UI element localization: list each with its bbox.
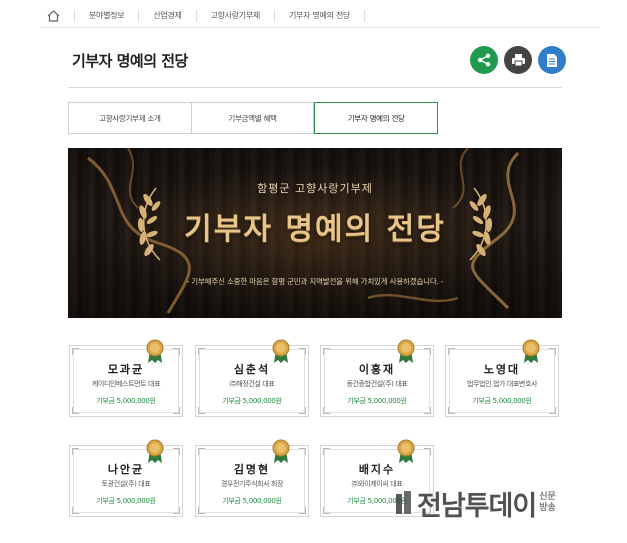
donation-amount: 기부금 5,000,000원 xyxy=(96,397,156,405)
watermark-text: 전남투데이 xyxy=(417,490,537,522)
donor-name: 모과균 xyxy=(107,363,145,376)
donation-amount: 기부금 5,000,000원 xyxy=(347,397,407,405)
donor-organization: 동건종합건설(주) 대표 xyxy=(346,380,408,388)
home-icon[interactable] xyxy=(46,9,60,23)
tab-donation-benefits[interactable]: 기부금액별 혜택 xyxy=(191,102,315,134)
watermark-side-top: 신문 xyxy=(539,492,556,502)
donation-amount: 기부금 5,000,000원 xyxy=(472,397,532,405)
donor-organization: 토광건설(주) 대표 xyxy=(101,480,151,488)
nav-item-field-info[interactable]: 분야별정보 xyxy=(75,10,138,21)
banner-caption: - 기부해주신 소중한 마음은 함평 군민과 지역발전을 위해 가치있게 사용하… xyxy=(186,277,444,286)
nav-item-hall-of-fame[interactable]: 기부자 명예의 전당 xyxy=(275,10,364,21)
breadcrumb-nav: 분야별정보 산업경제 고향사랑기부제 기부자 명예의 전당 xyxy=(40,4,600,28)
donor-card: 김명현 경우전기주식회사 회장 기부금 5,000,000원 xyxy=(195,439,309,517)
document-button[interactable] xyxy=(538,46,566,74)
watermark-side: 신문 방송 xyxy=(539,492,556,514)
hall-of-fame-banner: 함평군 고향사랑기부제 기부자 명예의 전당 - 기부해주신 소중한 마음은 함… xyxy=(68,148,562,318)
banner-subtitle: 함평군 고향사랑기부제 xyxy=(257,182,373,195)
nav-item-hometown-donation[interactable]: 고향사랑기부제 xyxy=(197,10,274,21)
nav-divider xyxy=(363,9,365,22)
tab-hall-of-fame[interactable]: 기부자 명예의 전당 xyxy=(314,102,439,134)
donor-card: 나안균 토광건설(주) 대표 기부금 5,000,000원 xyxy=(69,439,183,517)
watermark-side-bottom: 방송 xyxy=(539,503,556,513)
donation-amount: 기부금 5,000,000원 xyxy=(222,497,282,505)
page-title: 기부자 명예의 전당 xyxy=(72,52,188,70)
donor-name: 김명현 xyxy=(233,463,271,476)
page-actions xyxy=(470,46,566,74)
share-icon xyxy=(477,53,491,67)
donation-amount: 기부금 5,000,000원 xyxy=(96,497,156,505)
watermark-logo-icon xyxy=(396,491,411,514)
donor-card: 노영대 법무법인 법가 대표변호사 기부금 5,000,000원 xyxy=(445,339,559,417)
title-divider xyxy=(68,87,562,88)
tab-donation-intro[interactable]: 고향사랑기부제 소개 xyxy=(68,102,192,134)
tab-bar: 고향사랑기부제 소개 기부금액별 혜택 기부자 명예의 전당 xyxy=(68,102,439,134)
donor-card: 모과균 케이디인베스트먼트 대표 기부금 5,000,000원 xyxy=(69,339,183,417)
donor-card: 이흥재 동건종합건설(주) 대표 기부금 5,000,000원 xyxy=(320,339,434,417)
donor-organization: ㈜해정건설 대표 xyxy=(229,380,275,388)
document-icon xyxy=(547,53,557,67)
share-button[interactable] xyxy=(470,46,498,74)
donation-amount: 기부금 5,000,000원 xyxy=(222,397,282,405)
donor-organization: 경우전기주식회사 회장 xyxy=(220,480,284,488)
news-watermark: 전남투데이 신문 방송 xyxy=(395,478,556,528)
nav-item-industry-economy[interactable]: 산업경제 xyxy=(139,10,195,21)
donor-name: 심춘석 xyxy=(233,363,271,376)
donor-name: 배지수 xyxy=(358,463,396,476)
print-button[interactable] xyxy=(504,46,532,74)
donor-name: 이흥재 xyxy=(358,363,396,376)
donor-name: 나안균 xyxy=(107,463,145,476)
donor-organization: 케이디인베스트먼트 대표 xyxy=(91,380,161,388)
donor-organization: 법무법인 법가 대표변호사 xyxy=(466,380,538,388)
print-icon xyxy=(511,54,525,67)
banner-title: 기부자 명예의 전당 xyxy=(184,212,446,247)
donor-card: 심춘석 ㈜해정건설 대표 기부금 5,000,000원 xyxy=(195,339,309,417)
donor-name: 노영대 xyxy=(483,363,521,376)
